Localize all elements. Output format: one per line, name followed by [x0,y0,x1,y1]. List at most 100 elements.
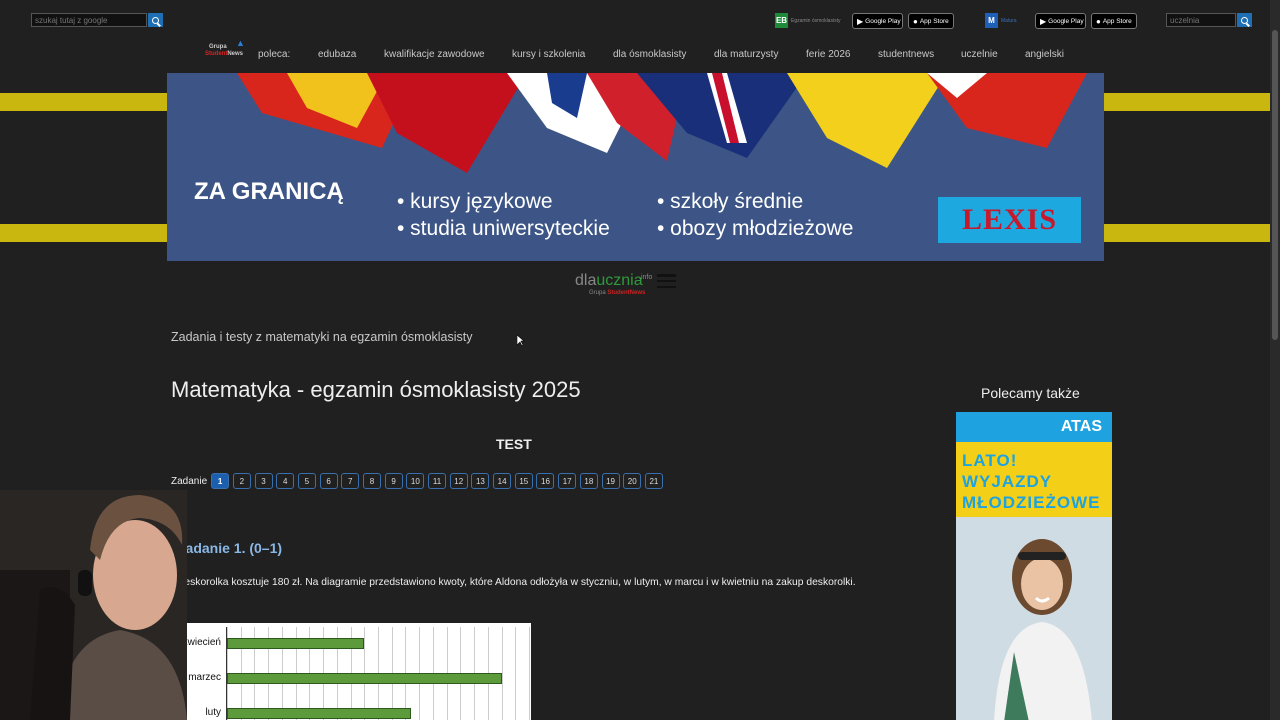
pager-page-21[interactable]: 21 [644,473,663,489]
ad-headline: LATO! WYJAZDY MŁODZIEŻOWE [956,442,1112,513]
savings-bar-chart: kwiecień marzec luty [177,623,531,720]
eb-logo-icon: EB [775,13,788,28]
pager-page-9[interactable]: 9 [384,473,403,489]
webcam-overlay [0,490,187,720]
dlaucznia-logo[interactable]: dlaucznia .info Grupa StudentNews [575,272,652,296]
sidebar-title: Polecamy także [981,385,1080,401]
pager-page-14[interactable]: 14 [493,473,512,489]
banner-bullet-4: • obozy młodzieżowe [657,217,854,240]
nav-item-edubaza[interactable]: edubaza [318,49,356,60]
scrollbar-thumb[interactable] [1272,30,1278,340]
chart-gridline [529,627,530,720]
nav-item-osmoklasisty[interactable]: dla ósmoklasisty [613,49,686,60]
eb-app-text: Egzamin ósmoklasisty [791,17,841,24]
chart-category-label: marzec [188,672,221,683]
graduation-cap-icon: ▲ [236,38,245,48]
pager-page-18[interactable]: 18 [579,473,598,489]
banner-bullet-2: • studia uniwersyteckie [397,217,610,240]
play-icon: ▶ [857,16,864,26]
google-search [31,13,163,27]
pager-page-20[interactable]: 20 [623,473,642,489]
matura-app-logo[interactable]: M Matura [985,13,1036,28]
search-icon [152,16,159,24]
lexis-ad-banner[interactable]: ZA GRANICĄ • kursy językowe • studia uni… [167,73,1104,261]
ad-person-photo [994,539,1092,720]
nav-item-kwalifikacje[interactable]: kwalifikacje zawodowe [384,49,485,60]
brand-student: Student [205,51,228,57]
pager-page-15[interactable]: 15 [514,473,533,489]
logo-ucznia: ucznia [596,272,643,289]
uczelnia-search-input[interactable] [1166,13,1236,27]
pager-page-17[interactable]: 17 [558,473,577,489]
task-pager: Zadanie 1 2 3 4 5 6 7 8 9 10 11 12 13 14 15 16 17 18 19 20 2… [171,473,667,489]
pager-page-8[interactable]: 8 [362,473,381,489]
uczelnia-search [1166,13,1252,27]
pager-page-11[interactable]: 11 [428,473,447,489]
chart-bar-0 [227,638,365,649]
brand-news: News [227,51,244,57]
nav-item-uczelnie[interactable]: uczelnie [961,49,998,60]
play-icon: ▶ [1040,16,1047,26]
eb-app-store-badge[interactable]: ● App Store [908,13,954,29]
page-scrollbar[interactable] [1270,0,1280,720]
nav-item-maturzysty[interactable]: dla maturzysty [714,49,778,60]
ad-line1: LATO! [962,451,1018,470]
eb-app-logo[interactable]: EB Egzamin ósmoklasisty [775,13,846,28]
hamburger-menu-icon[interactable] [657,274,676,288]
logo-info: .info [639,274,653,281]
pager-page-16[interactable]: 16 [536,473,555,489]
atas-logo: ATAS [956,412,1112,442]
atas-ad[interactable]: ATAS LATO! WYJAZDY MŁODZIEŻOWE [956,412,1112,720]
matura-google-play-badge[interactable]: ▶ Google Play [1035,13,1086,29]
matura-app-store-badge[interactable]: ● App Store [1091,13,1137,29]
nav-item-kursy[interactable]: kursy i szkolenia [512,49,585,60]
pager-page-1[interactable]: 1 [211,473,230,489]
pager-page-10[interactable]: 10 [406,473,425,489]
logo-group-b: StudentNews [607,290,646,296]
logo-dla: dla [575,272,597,289]
nav-item-ferie[interactable]: ferie 2026 [806,49,850,60]
task-text: Deskorolka kosztuje 180 zł. Na diagramie… [177,577,856,588]
flags-illustration [237,73,1087,173]
badge-label: Google Play [865,17,901,25]
pager-page-6[interactable]: 6 [319,473,338,489]
matura-app-text: Matura [1001,17,1017,24]
banner-headline: ZA GRANICĄ [194,178,344,205]
google-search-input[interactable] [31,13,147,27]
pager-page-7[interactable]: 7 [341,473,360,489]
studentnews-brand-logo[interactable]: Grupa StudentNews ▲ [205,39,245,58]
nav-item-angielski[interactable]: angielski [1025,49,1064,60]
chart-gridline [501,627,503,720]
pager-page-3[interactable]: 3 [254,473,273,489]
pager-page-5[interactable]: 5 [297,473,316,489]
banner-bullet-3: • szkoły średnie [657,190,804,213]
chart-gridline [515,627,517,720]
pager-page-2[interactable]: 2 [232,473,251,489]
nav-poleca-label: poleca: [258,49,291,60]
ad-line3: MŁODZIEŻOWE [962,493,1101,512]
pager-page-13[interactable]: 13 [471,473,490,489]
badge-label: App Store [919,17,949,25]
pager-page-12[interactable]: 12 [449,473,468,489]
nav-item-studentnews[interactable]: studentnews [878,49,934,60]
task-title: Zadanie 1. (0–1) [177,540,283,556]
uczelnia-search-button[interactable] [1237,13,1252,27]
test-label: TEST [496,436,532,452]
pager-label: Zadanie [171,475,208,487]
logo-group: Grupa StudentNews [589,290,645,296]
main-nav: Grupa StudentNews ▲ poleca: edubaza kwal… [0,39,1280,64]
page-title: Matematyka - egzamin ósmoklasisty 2025 [171,377,581,402]
chart-category-label: luty [205,707,221,718]
badge-label: App Store [1102,17,1132,25]
chart-bar-1 [227,673,502,684]
banner-bullet-1: • kursy językowe [397,190,553,213]
pager-page-4[interactable]: 4 [276,473,295,489]
logo-group-a: Grupa [589,290,608,296]
breadcrumb[interactable]: Zadania i testy z matematyki na egzamin … [171,330,473,344]
ad-line2: WYJAZDY [962,472,1053,491]
pager-page-19[interactable]: 19 [601,473,620,489]
chart-category-label: kwiecień [182,637,221,648]
eb-google-play-badge[interactable]: ▶ Google Play [852,13,903,29]
google-search-button[interactable] [148,13,163,27]
lexis-logo: LEXIS [938,197,1081,243]
